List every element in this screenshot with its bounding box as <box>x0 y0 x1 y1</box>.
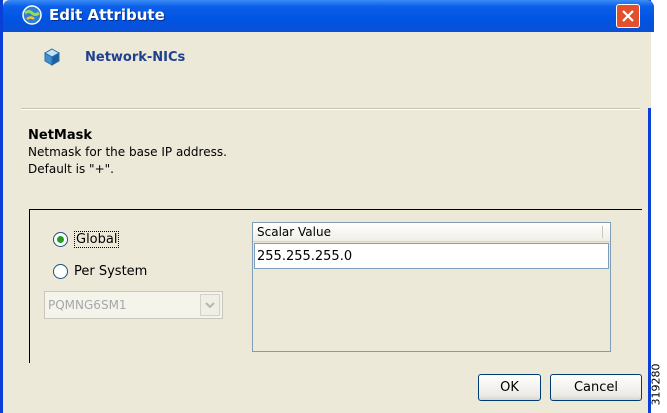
property-description: Netmask for the base IP address. <box>28 145 227 159</box>
window-title: Edit Attribute <box>49 6 165 24</box>
radio-selected-dot <box>57 236 64 243</box>
scalar-value-cell[interactable]: 255.255.255.0 <box>257 249 352 264</box>
scalar-value-table: Scalar Value 255.255.255.0 <box>252 222 611 352</box>
global-radio[interactable] <box>53 232 68 247</box>
global-radio-label[interactable]: Global <box>74 231 120 248</box>
section-header: Network-NICs <box>85 50 186 65</box>
column-divider <box>602 226 603 238</box>
table-row[interactable]: 255.255.255.0 <box>254 243 609 269</box>
edit-attribute-dialog: Edit Attribute Network-NICs NetMask Netm… <box>0 0 654 413</box>
title-bar[interactable]: Edit Attribute <box>3 0 654 32</box>
property-default: Default is "+". <box>28 162 114 176</box>
header-divider <box>21 108 640 110</box>
column-header-scalar-value: Scalar Value <box>257 225 331 239</box>
system-select[interactable]: PQMNG6SM1 <box>44 291 223 319</box>
app-globe-icon <box>21 4 43 26</box>
close-button[interactable] <box>616 4 640 28</box>
per-system-radio[interactable] <box>53 264 68 279</box>
ok-button[interactable]: OK <box>478 374 541 401</box>
cube-icon <box>43 48 61 69</box>
header-area <box>6 32 651 108</box>
figure-id-text: 319280 <box>649 363 663 406</box>
cancel-button[interactable]: Cancel <box>550 374 642 401</box>
system-select-dropdown-button[interactable] <box>200 294 220 316</box>
table-header: Scalar Value <box>253 223 610 242</box>
figure-id: 319280 <box>649 360 667 410</box>
property-name: NetMask <box>28 128 93 143</box>
close-icon <box>622 10 634 22</box>
per-system-radio-label[interactable]: Per System <box>74 264 147 279</box>
chevron-down-icon <box>205 302 215 309</box>
system-select-value: PQMNG6SM1 <box>48 298 127 312</box>
